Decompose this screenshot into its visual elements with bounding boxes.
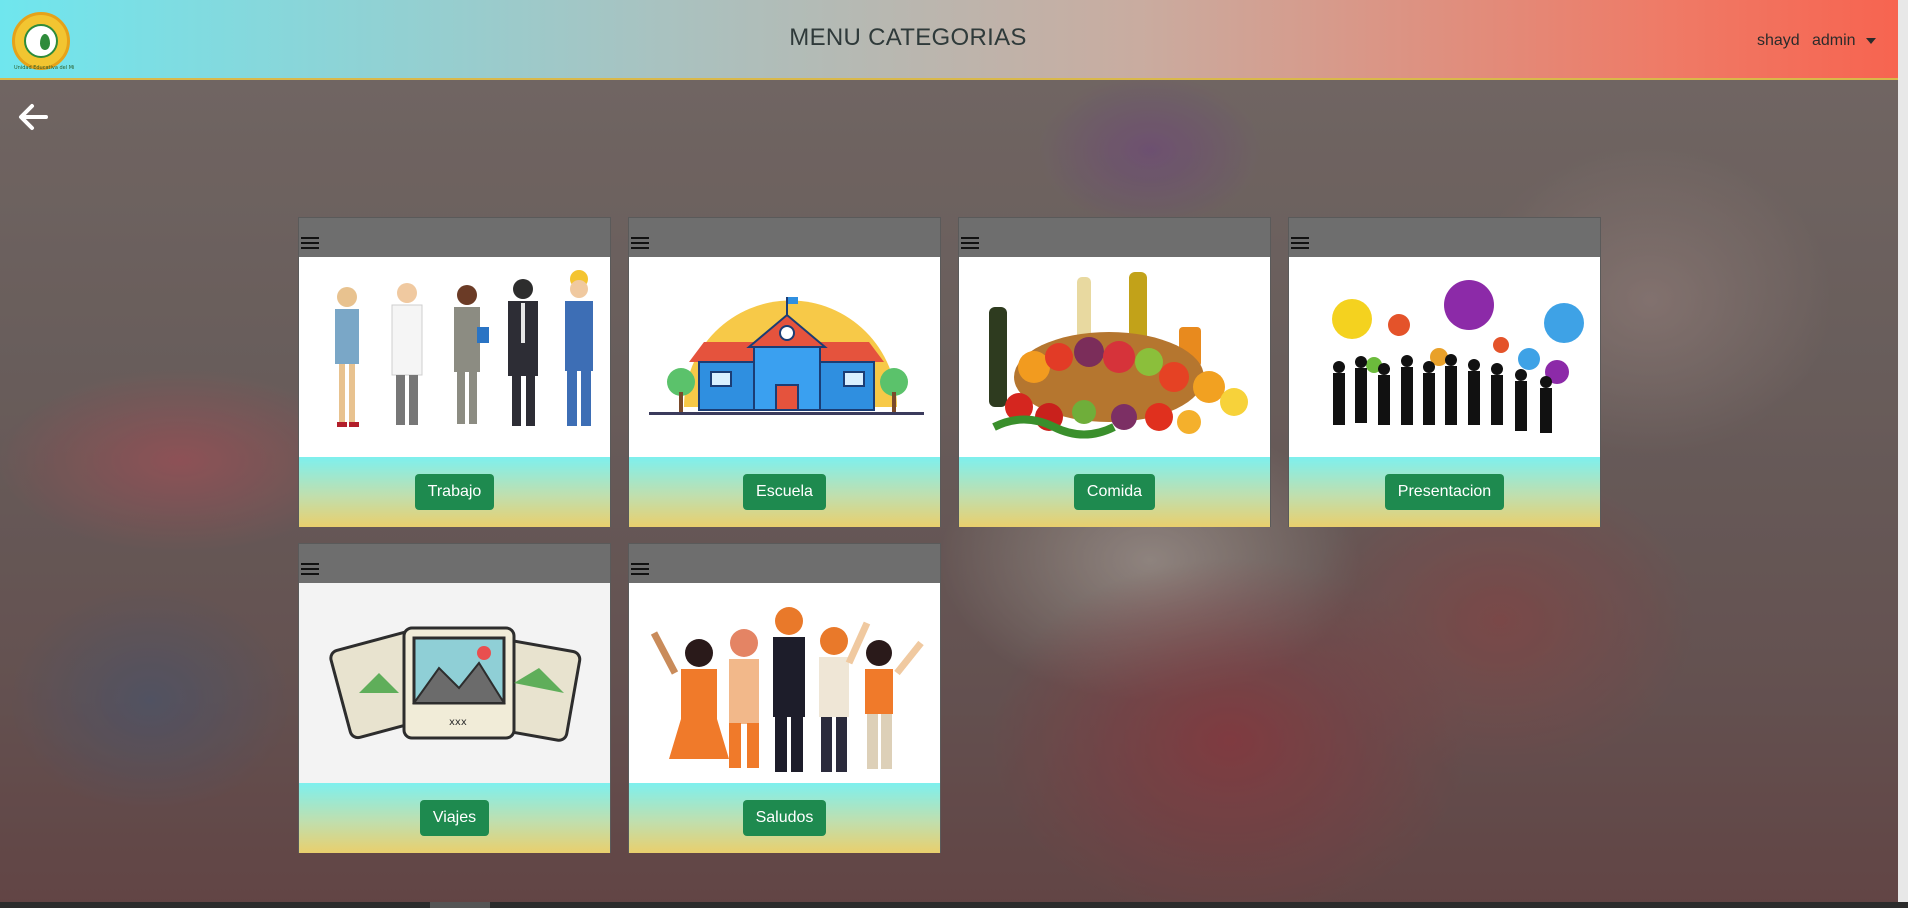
people-speech-bubbles-illustration — [1289, 257, 1600, 457]
arrow-left-icon — [19, 104, 48, 130]
hamburger-menu-icon[interactable] — [301, 237, 319, 251]
food-basket-illustration — [959, 257, 1270, 457]
workers-illustration — [299, 257, 610, 457]
category-button-comida[interactable]: Comida — [1073, 474, 1156, 510]
category-card-saludos: Saludos — [628, 543, 941, 853]
category-card-comida: Comida — [958, 217, 1271, 527]
category-button-presentacion[interactable]: Presentacion — [1384, 474, 1505, 510]
top-navbar: Unidad Educativa del Milenio MENU CATEGO… — [0, 0, 1898, 80]
vertical-scrollbar[interactable] — [1898, 0, 1908, 902]
category-card-trabajo: Trabajo — [298, 217, 611, 527]
background-overlay — [0, 0, 1908, 908]
logo-text: Unidad Educativa del Milenio — [14, 65, 74, 71]
category-button-trabajo[interactable]: Trabajo — [414, 474, 495, 510]
travel-photos-illustration: xxx — [299, 583, 610, 783]
horizontal-scrollbar-thumb[interactable] — [430, 902, 490, 908]
category-button-saludos[interactable]: Saludos — [742, 800, 827, 836]
category-button-viajes[interactable]: Viajes — [419, 800, 490, 836]
hamburger-menu-icon[interactable] — [631, 563, 649, 577]
category-button-escuela[interactable]: Escuela — [743, 474, 826, 510]
category-card-viajes: xxx Viajes — [298, 543, 611, 853]
hamburger-menu-icon[interactable] — [631, 237, 649, 251]
category-card-escuela: Escuela — [628, 217, 941, 527]
svg-text:xxx: xxx — [449, 717, 467, 728]
horizontal-scrollbar[interactable] — [0, 902, 1908, 908]
user-menu-dropdown[interactable]: admin — [1812, 32, 1876, 50]
user-menu-label: admin — [1812, 32, 1856, 49]
hamburger-menu-icon[interactable] — [301, 563, 319, 577]
hamburger-menu-icon[interactable] — [1291, 237, 1309, 251]
caret-down-icon — [1865, 38, 1876, 44]
back-button[interactable] — [16, 100, 50, 134]
user-name: shayd — [1757, 32, 1800, 49]
school-building-illustration — [629, 257, 940, 457]
page-title: MENU CATEGORIAS — [789, 24, 1027, 51]
category-card-presentacion: Presentacion — [1288, 217, 1601, 527]
waving-friends-illustration — [629, 583, 940, 783]
hamburger-menu-icon[interactable] — [961, 237, 979, 251]
